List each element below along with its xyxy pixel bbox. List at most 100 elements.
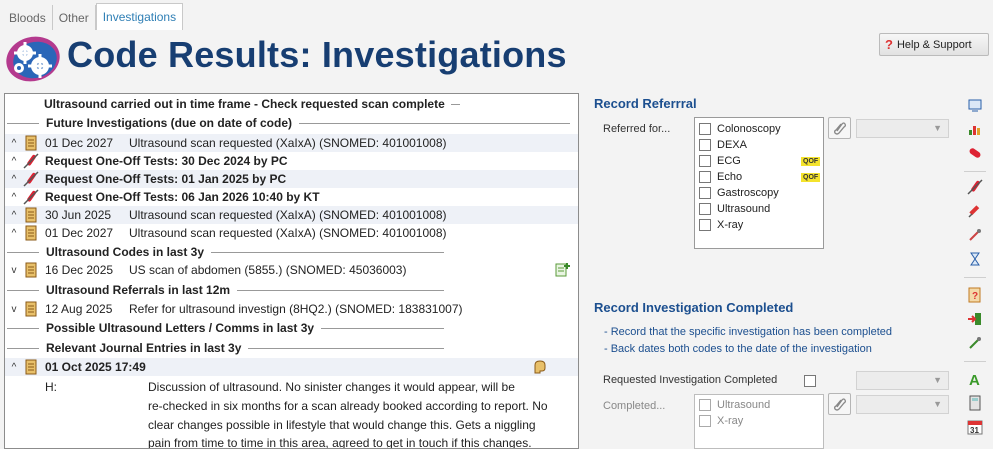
option-gastroscopy[interactable]: Gastroscopy [699,185,779,201]
add-document-icon[interactable] [554,262,570,278]
edit-referral-button[interactable] [828,117,851,139]
completed-options-list[interactable]: Ultrasound X-ray [694,394,824,449]
caret-up-icon[interactable]: ^ [7,362,21,373]
table-row[interactable]: ^ Request One-Off Tests: 30 Dec 2024 by … [5,152,578,170]
journal-text-line: Discussion of ultrasound. No sinister ch… [148,380,515,394]
section-scan-complete: Ultrasound carried out in time frame - C… [5,95,578,113]
info-bullet: - Record that the specific investigation… [604,326,892,338]
option-xray[interactable]: X-ray [699,217,743,233]
exit-icon[interactable] [965,309,985,329]
info-bullet: - Back dates both codes to the date of t… [604,343,872,355]
tab-bar: Bloods Other Investigations [0,0,993,30]
record-referral-title: Record Referrral [594,96,697,111]
test-tube-request-icon [23,189,39,205]
journal-label: H: [45,380,57,394]
caret-up-icon[interactable]: ^ [7,138,21,149]
pill-icon[interactable] [965,143,985,163]
caret-up-icon[interactable]: ^ [7,174,21,185]
bar-chart-icon[interactable] [965,119,985,139]
option-colonoscopy[interactable]: Colonoscopy [699,121,781,137]
edit-completed-button[interactable] [828,393,851,415]
requested-completed-checkbox[interactable] [804,375,816,387]
section-future-investigations: Future Investigations (due on date of co… [5,114,578,132]
paperclip-icon [833,122,846,135]
table-row[interactable]: ^ Request One-Off Tests: 01 Jan 2025 by … [5,170,578,188]
table-row[interactable]: v 12 Aug 2025 Refer for ultrasound inves… [5,300,578,318]
tab-bloods[interactable]: Bloods [3,5,53,30]
table-row[interactable]: ^ 01 Dec 2027 Ultrasound scan requested … [5,224,578,242]
table-row[interactable]: ^ 30 Jun 2025 Ultrasound scan requested … [5,206,578,224]
section-ultrasound-codes: Ultrasound Codes in last 3y [5,243,578,261]
question-icon: ? [885,37,893,52]
scroll-document-icon [25,262,37,278]
journal-text-line: pain from time to time in this area, agr… [148,436,532,449]
journal-entry-header[interactable]: ^ 01 Oct 2025 17:49 [5,358,578,376]
referral-dropdown[interactable]: ▼ [856,119,949,138]
checkbox[interactable] [699,187,711,199]
table-row[interactable]: ^ Request One-Off Tests: 06 Jan 2026 10:… [5,188,578,206]
record-completed-title: Record Investigation Completed [594,300,794,315]
chevron-down-icon: ▼ [933,123,942,133]
checkbox[interactable] [699,219,711,231]
table-row[interactable]: ^ 01 Dec 2027 Ultrasound scan requested … [5,134,578,152]
chevron-down-icon: ▼ [933,399,942,409]
chevron-down-icon[interactable]: v [7,265,21,276]
svg-text:A: A [969,372,980,387]
option-ultrasound[interactable]: Ultrasound [699,201,770,217]
results-panel[interactable]: Ultrasound carried out in time frame - C… [4,93,579,449]
option-echo[interactable]: Echo QOF [699,169,823,185]
table-row[interactable]: v 16 Dec 2025 US scan of abdomen (5855.)… [5,261,578,279]
section-ultrasound-letters: Possible Ultrasound Letters / Comms in l… [5,319,578,337]
checkbox[interactable] [699,123,711,135]
option-ultrasound[interactable]: Ultrasound [699,397,770,413]
option-ecg[interactable]: ECG QOF [699,153,823,169]
right-toolbar: ? A 31 [960,93,993,449]
tab-other[interactable]: Other [53,5,96,30]
completed-label: Completed... [603,400,666,412]
caret-up-icon[interactable]: ^ [7,228,21,239]
page-title: Code Results: Investigations [67,34,567,75]
font-a-icon[interactable]: A [965,369,985,389]
test-tube-request-icon[interactable] [965,177,985,197]
option-dexa[interactable]: DEXA [699,137,747,153]
hourglass-icon[interactable] [965,249,985,269]
referred-for-label: Referred for... [603,123,671,135]
journal-text-line: re-checked in six months for a scan alre… [148,399,548,413]
referral-options-list[interactable]: Colonoscopy DEXA ECG QOF Echo QOF Gastrosc… [694,117,824,249]
tab-investigations[interactable]: Investigations [95,3,184,30]
paperclip-icon [833,398,846,411]
person-speaking-icon[interactable] [532,359,548,375]
calculator-icon[interactable] [965,393,985,413]
checkbox[interactable] [699,139,711,151]
checkbox[interactable] [699,203,711,215]
caret-up-icon[interactable]: ^ [7,192,21,203]
requested-completed-label: Requested Investigation Completed [603,374,778,386]
section-ultrasound-referrals: Ultrasound Referrals in last 12m [5,281,578,299]
checkbox[interactable] [699,399,711,411]
dropper-check-icon[interactable] [965,333,985,353]
svg-text:?: ? [972,291,978,302]
gears-logo-icon [6,36,60,82]
syringe-icon[interactable] [965,201,985,221]
help-support-label: Help & Support [896,38,972,51]
checkbox[interactable] [699,171,711,183]
screen-icon[interactable] [965,95,985,115]
caret-up-icon[interactable]: ^ [7,210,21,221]
scroll-document-icon [25,359,37,375]
checkbox[interactable] [699,155,711,167]
chevron-down-icon[interactable]: v [7,304,21,315]
calendar-icon[interactable]: 31 [965,417,985,437]
question-document-icon[interactable]: ? [965,285,985,305]
requested-dropdown[interactable]: ▼ [856,371,949,390]
qof-badge: QOF [801,157,821,166]
dropper-icon[interactable] [965,225,985,245]
option-xray[interactable]: X-ray [699,413,743,429]
help-support-button[interactable]: ? Help & Support [879,33,989,56]
scroll-document-icon [25,207,37,223]
checkbox[interactable] [699,415,711,427]
caret-up-icon[interactable]: ^ [7,156,21,167]
scroll-document-icon [25,301,37,317]
section-journal-entries: Relevant Journal Entries in last 3y [5,339,578,357]
completed-dropdown[interactable]: ▼ [856,395,949,414]
chevron-down-icon: ▼ [933,375,942,385]
